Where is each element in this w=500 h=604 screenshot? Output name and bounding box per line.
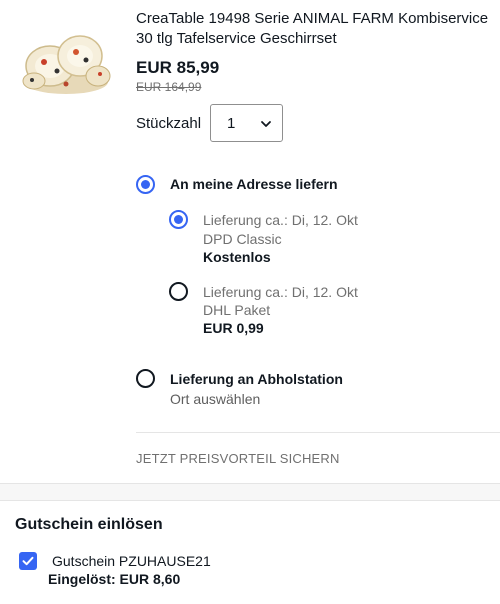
shipping-option-dpd-eta: Lieferung ca.: Di, 12. Okt xyxy=(203,212,358,228)
quantity-label: Stückzahl xyxy=(136,115,202,132)
shipping-option-dhl-cost: EUR 0,99 xyxy=(203,320,264,336)
tableware-set-image[interactable] xyxy=(20,26,112,98)
section-separator xyxy=(0,483,500,501)
checkmark-icon xyxy=(22,556,34,566)
price-advantage-link[interactable]: JETZT PREISVORTEIL SICHERN xyxy=(136,451,340,466)
shipping-option-dpd-cost: Kostenlos xyxy=(203,249,271,265)
product-title[interactable]: CreaTable 19498 Serie ANIMAL FARM Kombis… xyxy=(136,9,491,49)
delivery-pickup-label[interactable]: Lieferung an Abholstation xyxy=(170,371,343,387)
shipping-option-dpd-radio[interactable] xyxy=(169,210,188,229)
shipping-option-dhl-radio[interactable] xyxy=(169,282,188,301)
chevron-down-icon xyxy=(261,121,271,127)
shipping-option-dhl-carrier: DHL Paket xyxy=(203,302,271,318)
delivery-home-radio[interactable] xyxy=(136,175,155,194)
shipping-option-dpd-carrier: DPD Classic xyxy=(203,231,282,247)
coupon-redeemed-amount: Eingelöst: EUR 8,60 xyxy=(48,571,181,587)
product-price: EUR 85,99 xyxy=(136,58,220,77)
shipping-option-dhl-eta: Lieferung ca.: Di, 12. Okt xyxy=(203,284,358,300)
divider xyxy=(136,432,500,433)
coupon-section-title: Gutschein einlösen xyxy=(15,516,163,533)
delivery-home-label[interactable]: An meine Adresse liefern xyxy=(170,176,338,192)
quantity-select[interactable]: 1 xyxy=(210,104,283,142)
product-old-price: EUR 164,99 xyxy=(136,80,202,94)
quantity-value: 1 xyxy=(227,115,236,132)
coupon-checkbox[interactable] xyxy=(19,552,37,570)
pickup-location-link[interactable]: Ort auswählen xyxy=(170,391,260,407)
coupon-code-label: Gutschein PZUHAUSE21 xyxy=(52,553,211,569)
delivery-pickup-radio[interactable] xyxy=(136,369,155,388)
